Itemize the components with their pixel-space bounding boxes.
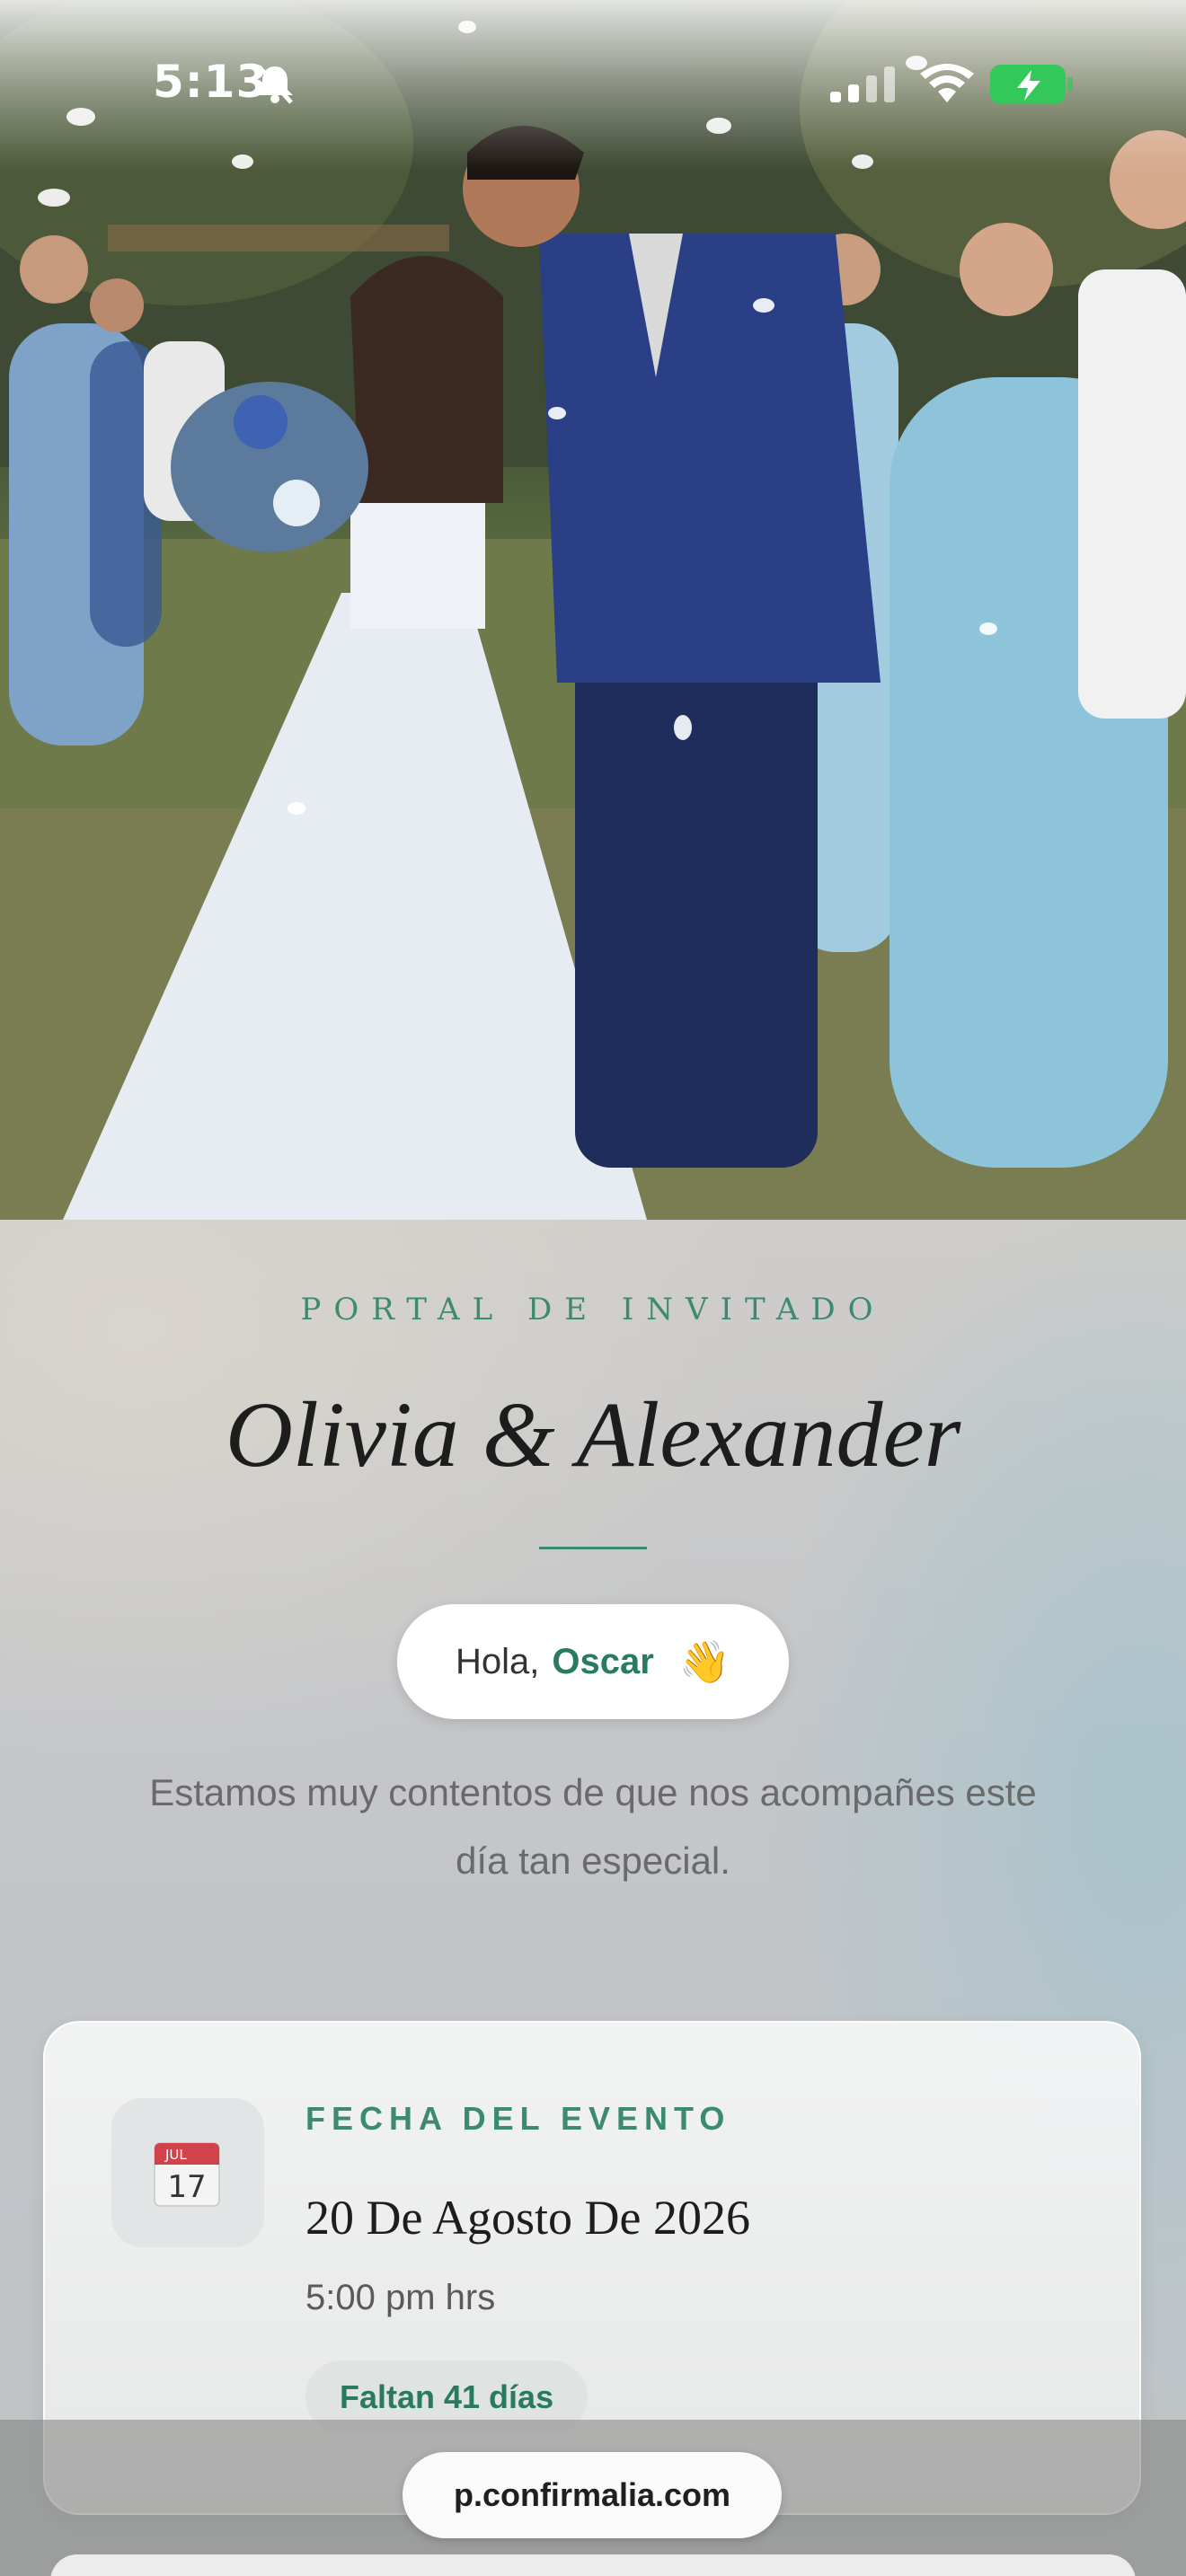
- calendar-month: JUL: [164, 2147, 187, 2163]
- welcome-message: Estamos muy contentos de que nos acompañ…: [149, 1771, 1037, 1882]
- wedding-photo-illustration: [0, 0, 1186, 1220]
- event-label: FECHA DEL EVENTO: [305, 2100, 731, 2137]
- hero-photo: [0, 0, 1186, 1220]
- greeting-prefix: Hola,: [455, 1641, 540, 1681]
- event-date: 20 De Agosto De 2026: [305, 2191, 750, 2245]
- calendar-tile: JUL 17: [111, 2098, 264, 2247]
- address-bar[interactable]: p.confirmalia.com: [403, 2452, 782, 2538]
- next-card-edge: [50, 2554, 1136, 2576]
- status-bar: 5:13: [0, 0, 1186, 171]
- guest-portal-content: PORTAL DE INVITADO Olivia & Alexander Ho…: [0, 1220, 1186, 2576]
- greeting-pill: Hola, Oscar 👋: [397, 1604, 789, 1719]
- battery-charging-icon: [990, 65, 1073, 104]
- wifi-icon: [920, 64, 974, 102]
- portal-label: PORTAL DE INVITADO: [300, 1292, 886, 1328]
- status-time: 5:13: [153, 56, 269, 108]
- waving-hand-icon: 👋: [678, 1637, 731, 1685]
- title-divider: [539, 1547, 647, 1549]
- calendar-day: 17: [167, 2169, 206, 2205]
- couple-title: Olivia & Alexander: [225, 1383, 961, 1486]
- calendar-icon: JUL 17: [154, 2142, 220, 2207]
- guest-name: Oscar: [552, 1641, 654, 1681]
- signal-icon: [830, 66, 895, 102]
- bell-muted-icon: [257, 65, 293, 104]
- event-time: 5:00 pm hrs: [305, 2278, 496, 2317]
